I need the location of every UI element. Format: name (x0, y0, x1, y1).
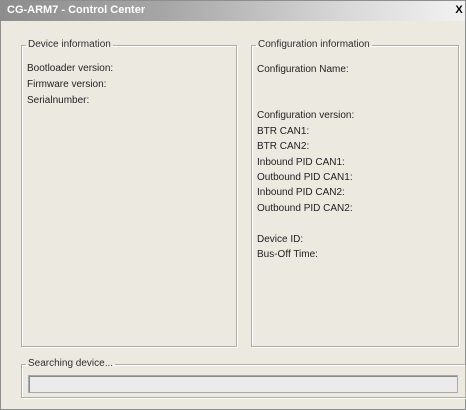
search-progress-bar (28, 375, 458, 393)
firmware-version-label: Firmware version: (27, 79, 107, 90)
btr-can2-label: BTR CAN2: (257, 141, 310, 152)
device-id-label: Device ID: (257, 234, 304, 245)
device-information-legend: Device information (28, 39, 111, 50)
bootloader-version-label: Bootloader version: (27, 63, 114, 74)
outbound-pid-can2-label: Outbound PID CAN2: (257, 203, 353, 214)
outbound-pid-can1-label: Outbound PID CAN1: (257, 172, 353, 183)
configuration-version-label: Configuration version: (257, 110, 355, 121)
searching-device-legend: Searching device... (28, 358, 114, 369)
window-title: CG-ARM7 - Control Center (7, 4, 146, 16)
configuration-name-label: Configuration Name: (257, 64, 349, 75)
configuration-information-legend: Configuration information (258, 39, 370, 50)
serialnumber-label: Serialnumber: (27, 95, 90, 106)
control-center-window: CG-ARM7 - Control Center X Device inform… (0, 0, 466, 410)
inbound-pid-can2-label: Inbound PID CAN2: (257, 187, 345, 198)
bus-off-time-label: Bus-Off Time: (257, 249, 318, 260)
btr-can1-label: BTR CAN1: (257, 126, 310, 137)
inbound-pid-can1-label: Inbound PID CAN1: (257, 157, 345, 168)
close-button[interactable]: X (455, 4, 463, 17)
title-bar[interactable]: CG-ARM7 - Control Center X (1, 1, 465, 21)
